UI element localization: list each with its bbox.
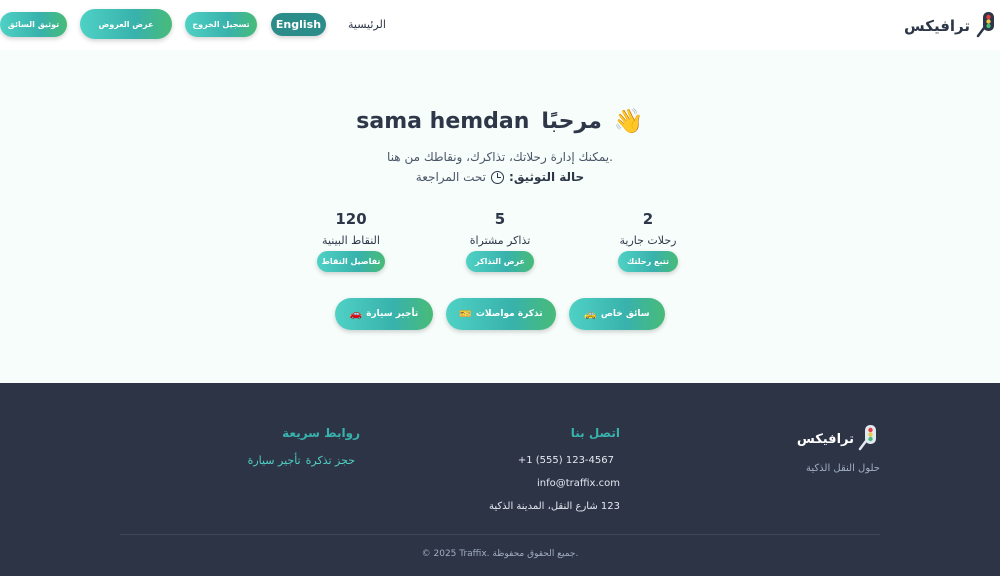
car-rental-button[interactable]: 🚗 تأجير سيارة bbox=[335, 298, 433, 330]
greeting-text: مرحبًا bbox=[541, 108, 602, 134]
footer-divider bbox=[120, 534, 880, 535]
verification-value: تحت المراجعة bbox=[415, 170, 487, 184]
contact-phone: +1 (555) 123-4567 bbox=[517, 455, 614, 466]
stat-label: رحلات جارية bbox=[619, 234, 677, 247]
nav-home-link[interactable]: الرئيسية bbox=[348, 18, 386, 31]
welcome-heading: sama hemdan مرحبًا 👋 bbox=[0, 107, 1000, 135]
site-footer: ترافيكس حلول النقل الذكية اتصل بنا +1 (5… bbox=[0, 383, 1000, 576]
brand-name: ترافيكس bbox=[904, 17, 970, 35]
footer-brand-name: ترافيكس bbox=[796, 431, 854, 447]
points-details-button[interactable]: تفاصيل النقاط bbox=[317, 251, 385, 272]
car-icon: 🚗 bbox=[349, 308, 363, 320]
footer-tagline: حلول النقل الذكية bbox=[806, 463, 880, 474]
ticket-icon: 🎫 bbox=[459, 308, 472, 320]
logout-button[interactable]: تسجيل الخروج bbox=[185, 12, 257, 37]
traffic-light-icon bbox=[974, 10, 998, 42]
footer-brand: ترافيكس bbox=[797, 423, 880, 455]
link-car-rental[interactable]: تأجير سيارة bbox=[248, 454, 301, 467]
stat-purchased-tickets: 5 تذاكر مشتراة عرض التذاكر bbox=[440, 210, 560, 272]
private-driver-button[interactable]: 🚕 سائق خاص bbox=[569, 298, 665, 330]
stat-value: 120 bbox=[335, 210, 367, 228]
clock-icon bbox=[491, 170, 505, 184]
quick-links: حجز تذكرة تأجير سيارة bbox=[248, 454, 355, 467]
taxi-icon: 🚕 bbox=[584, 308, 597, 320]
stat-ongoing-trips: 2 رحلات جارية تتبع رحلتك bbox=[588, 210, 708, 272]
button-label: تذكرة مواصلات bbox=[475, 309, 543, 319]
verification-label: حالة التوثيق: bbox=[509, 170, 585, 184]
verification-status: حالة التوثيق: تحت المراجعة bbox=[0, 170, 1000, 184]
brand[interactable]: ترافيكس bbox=[904, 10, 998, 42]
transit-ticket-button[interactable]: 🎫 تذكرة مواصلات bbox=[446, 298, 556, 330]
contact-heading: اتصل بنا bbox=[570, 426, 620, 440]
traffic-light-icon bbox=[856, 423, 880, 455]
stat-label: تذاكر مشتراة bbox=[469, 234, 531, 247]
waving-hand-icon: 👋 bbox=[613, 107, 644, 135]
language-toggle-button[interactable]: English bbox=[271, 13, 326, 36]
stat-label: النقاط البينية bbox=[322, 234, 380, 247]
button-label: سائق خاص bbox=[600, 309, 650, 319]
view-offers-button[interactable]: عرض العروض bbox=[80, 9, 172, 39]
contact-email[interactable]: info@traffix.com bbox=[537, 478, 620, 489]
link-book-ticket[interactable]: حجز تذكرة bbox=[306, 454, 355, 467]
stat-value: 2 bbox=[642, 210, 654, 228]
driver-verification-button[interactable]: توثيق السائق bbox=[0, 12, 67, 37]
quick-links-heading: روابط سريعة bbox=[282, 426, 360, 440]
track-trip-button[interactable]: تتبع رحلتك bbox=[618, 251, 678, 272]
button-label: تأجير سيارة bbox=[366, 309, 419, 319]
user-name: sama hemdan bbox=[356, 108, 530, 134]
welcome-subtitle: يمكنك إدارة رحلاتك، تذاكرك، ونقاطك من هن… bbox=[387, 150, 613, 164]
stat-points: 120 النقاط البينية تفاصيل النقاط bbox=[291, 210, 411, 272]
stat-value: 5 bbox=[494, 210, 506, 228]
copyright-text: © 2025 Traffix. جميع الحقوق محفوظة. bbox=[421, 549, 579, 559]
contact-address: 123 شارع النقل، المدينة الذكية bbox=[489, 501, 620, 512]
view-tickets-button[interactable]: عرض التذاكر bbox=[466, 251, 534, 272]
top-navbar: ترافيكس الرئيسية English تسجيل الخروج عر… bbox=[0, 0, 1000, 50]
